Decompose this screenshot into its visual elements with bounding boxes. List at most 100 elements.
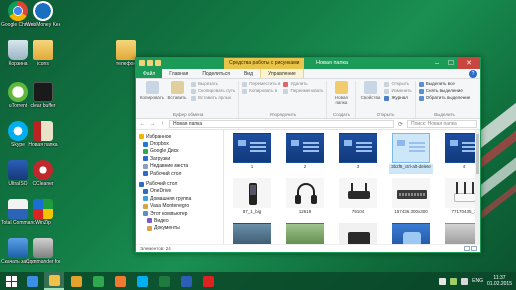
select-all-button[interactable]: Выделить все <box>418 81 470 87</box>
nav-item[interactable]: Недавние места <box>136 163 223 170</box>
copy-to-label: Копировать в <box>249 88 278 93</box>
paste-shortcut-button[interactable]: Вставить ярлык <box>191 95 235 101</box>
delete-button[interactable]: Удалить <box>283 81 323 87</box>
close-button[interactable]: ✕ <box>458 58 480 69</box>
nav-item-label: Недавние места <box>150 163 189 170</box>
setup-icon <box>8 238 28 258</box>
volume-icon[interactable] <box>461 277 469 285</box>
open-button[interactable]: Открыть <box>384 81 411 87</box>
downloads-icon <box>143 156 148 162</box>
forward-arrow-icon[interactable]: → <box>149 121 156 127</box>
nav-item[interactable]: Загрузки <box>136 155 223 162</box>
rename-button[interactable]: Переименовать <box>283 88 323 94</box>
file-item[interactable]: 157436.300x300 <box>389 178 433 219</box>
nav-item[interactable]: Избранное <box>136 133 223 140</box>
file-name: 157436.300x300 <box>394 209 428 214</box>
desktop-icon[interactable]: icons <box>26 40 60 67</box>
desktop-icon[interactable]: WinZip <box>26 199 60 226</box>
select-all-icon <box>418 81 424 87</box>
ribbon-group-clipboard: Копировать Вставить Вырезать Скопировать… <box>138 81 240 118</box>
start-button[interactable] <box>0 272 22 290</box>
scrollbar-thumb[interactable] <box>476 134 479 174</box>
new-folder-icon[interactable] <box>155 60 161 66</box>
copy-path-button[interactable]: Скопировать путь <box>191 88 235 94</box>
tab-home[interactable]: Главная <box>162 69 195 78</box>
properties-icon[interactable] <box>147 60 153 66</box>
up-arrow-icon[interactable]: ↑ <box>159 121 166 127</box>
taskbar-app-button[interactable] <box>110 272 130 290</box>
file-item[interactable] <box>389 223 433 244</box>
details-view-icon[interactable] <box>464 246 470 251</box>
select-none-button[interactable]: Снять выделение <box>418 88 470 94</box>
tab-share[interactable]: Поделиться <box>195 69 237 78</box>
nav-item[interactable]: Рабочий стол <box>136 180 223 187</box>
copy-to-button[interactable]: Копировать в <box>242 88 280 94</box>
nav-item[interactable]: Рабочий стол <box>136 170 223 177</box>
move-to-button[interactable]: Переместить в <box>242 81 280 87</box>
nav-item[interactable]: Этот компьютер <box>136 210 223 217</box>
taskbar-app-button[interactable] <box>22 272 42 290</box>
properties-button[interactable]: Свойства <box>359 81 381 111</box>
new-folder-button[interactable]: Новая папка <box>330 81 352 111</box>
search-input[interactable]: Поиск: Новая папка <box>407 120 477 128</box>
nav-item[interactable]: Google Диск <box>136 148 223 155</box>
file-item[interactable]: 3 <box>336 133 380 174</box>
nav-item[interactable]: Видео <box>136 217 223 224</box>
nav-item[interactable]: Документы <box>136 225 223 232</box>
taskbar-app-button[interactable] <box>176 272 196 290</box>
desktop-icon[interactable]: CCleaner <box>26 160 60 187</box>
nav-item[interactable]: Vasa Montenegro <box>136 203 223 210</box>
group-label: Создать <box>332 112 350 117</box>
copy-button[interactable]: Копировать <box>140 81 164 111</box>
invert-selection-button[interactable]: Обратить выделение <box>418 95 470 101</box>
paste-icon <box>170 81 184 94</box>
address-input[interactable]: Новая папка <box>169 120 394 128</box>
recycle-bin-icon <box>8 40 28 60</box>
file-item[interactable] <box>336 223 380 244</box>
tab-manage[interactable]: Управление <box>260 69 304 78</box>
vertical-scrollbar[interactable] <box>475 130 480 244</box>
taskbar-app-button[interactable] <box>154 272 174 290</box>
clock[interactable]: 11:37 01.02.2015 <box>487 275 512 287</box>
file-item[interactable] <box>230 223 274 244</box>
help-icon[interactable]: ? <box>469 70 477 78</box>
language-indicator[interactable]: ENG <box>472 278 483 284</box>
desktop-icon[interactable]: Новая папка <box>26 121 60 148</box>
back-arrow-icon[interactable]: ← <box>139 121 146 127</box>
file-item[interactable]: 3b2f8_ctrl-alt-delete <box>389 133 433 174</box>
journal-button[interactable]: Журнал <box>384 95 411 101</box>
cut-button[interactable]: Вырезать <box>191 81 235 87</box>
taskbar-app-button[interactable] <box>88 272 108 290</box>
title-bar[interactable]: Средства работы с рисунками Новая папка … <box>136 58 480 69</box>
file-name: 3 <box>356 164 360 169</box>
taskbar-app-button[interactable] <box>44 272 64 290</box>
edit-button[interactable]: Изменить <box>384 88 412 94</box>
large-icons-view-icon[interactable] <box>471 246 477 251</box>
minimize-button[interactable]: – <box>430 58 444 69</box>
taskbar-app-button[interactable] <box>132 272 152 290</box>
tab-view[interactable]: Вид <box>237 69 260 78</box>
paste-button[interactable]: Вставить <box>166 81 188 111</box>
file-item[interactable]: 1 <box>230 133 274 174</box>
skype-icon <box>136 275 148 287</box>
file-item[interactable]: 87_1_big <box>230 178 274 219</box>
maximize-button[interactable]: ☐ <box>444 58 458 69</box>
network-icon[interactable] <box>450 277 458 285</box>
taskbar-app-button[interactable] <box>66 272 86 290</box>
desktop-icon[interactable]: WebMoney Keeper W... <box>26 1 60 28</box>
folder-icon[interactable] <box>139 60 145 66</box>
file-item[interactable] <box>283 223 327 244</box>
tab-file[interactable]: Файл <box>136 69 163 78</box>
nav-item[interactable]: Dropbox <box>136 140 223 147</box>
up-arrow-tray-icon[interactable] <box>439 277 447 285</box>
file-item[interactable]: 12619 <box>283 178 327 219</box>
taskbar-app-button[interactable] <box>198 272 218 290</box>
file-item[interactable]: 2 <box>283 133 327 174</box>
refresh-icon[interactable]: ⟳ <box>397 121 404 128</box>
file-item[interactable]: 79104 <box>336 178 380 219</box>
desktop-icon[interactable]: clear buffer <box>26 82 60 109</box>
nav-item[interactable]: Домашняя группа <box>136 195 223 202</box>
ie-icon <box>26 275 38 287</box>
nav-item[interactable]: OneDrive <box>136 188 223 195</box>
desktop-icon[interactable]: Commander for ... <box>26 238 60 265</box>
